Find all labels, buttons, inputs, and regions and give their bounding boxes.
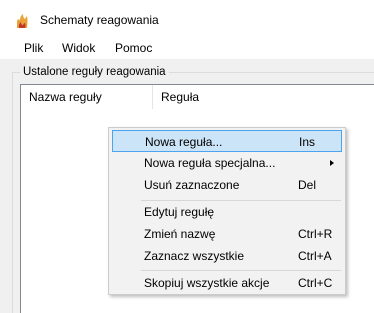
menu-item-label: Nowa reguła... [145,135,223,149]
menu-item-shortcut: Del [298,178,317,192]
menu-item-shortcut: Ctrl+A [298,249,332,263]
menu-item-label: Skopiuj wszystkie akcje [144,276,270,290]
menu-item-delete-selected[interactable]: Usuń zaznaczone Del [112,174,342,196]
column-header-rule[interactable]: Reguła [153,85,374,109]
window-title: Schematy reagowania [40,13,159,27]
menu-pomoc[interactable]: Pomoc [115,42,152,55]
menu-item-label: Nowa reguła specjalna... [144,156,276,170]
menu-separator [141,270,341,271]
menu-item-new-rule[interactable]: Nowa reguła... Ins [112,130,342,152]
menu-item-label: Usuń zaznaczone [144,178,240,192]
column-header-rule-name[interactable]: Nazwa reguły [21,85,152,109]
context-menu: Nowa reguła... Ins Nowa reguła specjalna… [108,127,346,295]
flame-app-icon [17,14,28,28]
menu-item-rename[interactable]: Zmień nazwę Ctrl+R [112,223,342,245]
menu-item-select-all[interactable]: Zaznacz wszystkie Ctrl+A [112,245,342,267]
groupbox-caption: Ustalone reguły reagowania [20,65,169,79]
window: Schematy reagowania Plik Widok Pomoc Ust… [0,0,374,313]
menu-item-shortcut: Ctrl+R [298,227,333,241]
submenu-arrow-icon [330,160,334,166]
menu-plik[interactable]: Plik [24,42,43,55]
menu-item-label: Zaznacz wszystkie [144,249,245,263]
menu-item-edit-rule[interactable]: Edytuj regułę [112,201,342,223]
menu-item-label: Edytuj regułę [144,205,215,219]
menu-item-shortcut: Ctrl+C [298,276,333,290]
menu-widok[interactable]: Widok [62,42,95,55]
menu-item-copy-all-actions[interactable]: Skopiuj wszystkie akcje Ctrl+C [112,272,342,294]
title-bar: Schematy reagowania [0,0,374,37]
menu-item-shortcut: Ins [299,135,316,149]
menu-bar: Plik Widok Pomoc [0,37,374,60]
menu-item-label: Zmień nazwę [144,227,216,241]
menu-item-new-special-rule[interactable]: Nowa reguła specjalna... [112,152,342,174]
list-header: Nazwa reguły Reguła [21,85,374,109]
